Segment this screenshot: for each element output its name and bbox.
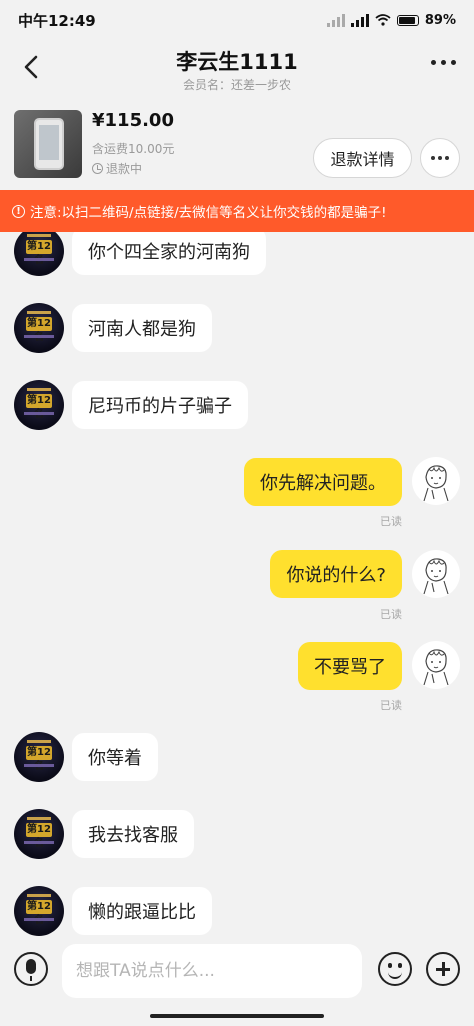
message-bubble[interactable]: 你等着 [72, 733, 158, 781]
message-bubble[interactable]: 河南人都是狗 [72, 304, 212, 352]
sketch-avatar-icon [413, 551, 459, 597]
clock-icon [92, 163, 103, 174]
contact-avatar[interactable]: 第12名 [14, 732, 64, 782]
message-bubble[interactable]: 懒的跟逼比比 [72, 887, 212, 935]
plus-icon[interactable] [426, 952, 460, 986]
wifi-icon [375, 14, 391, 26]
input-bar [0, 938, 474, 1006]
shipping-fee: 含运费10.00元 [92, 142, 175, 156]
my-avatar[interactable] [412, 457, 460, 505]
rank-badge: 第12名 [26, 823, 52, 849]
product-price: ¥115.00 [92, 110, 174, 131]
member-name: 会员名：还差一步农 [182, 78, 291, 92]
refund-status-label: 退款中 [106, 162, 143, 176]
battery-level: 89% [424, 12, 456, 28]
sketch-avatar-icon [413, 458, 459, 504]
message-list[interactable]: 第12名 你个四全家的河南狗 第12名 河南人都是狗 第12名 尼玛币的片子骗子… [0, 232, 474, 937]
message-input[interactable] [62, 944, 362, 998]
scam-warning-banner: ! 注意:以扫二维码/点链接/去微信等名义让你交钱的都是骗子! [0, 190, 474, 232]
contact-avatar[interactable]: 第12名 [14, 232, 64, 276]
refund-details-button[interactable]: 退款详情 [313, 138, 412, 178]
contact-avatar[interactable]: 第12名 [14, 380, 64, 430]
order-more-icon[interactable] [420, 138, 460, 178]
status-time: 中午12:49 [18, 11, 96, 30]
message-bubble[interactable]: 尼玛币的片子骗子 [72, 381, 248, 429]
my-avatar[interactable] [412, 641, 460, 689]
home-indicator[interactable] [150, 1014, 324, 1018]
signal-icon-1 [326, 13, 345, 27]
contact-name: 李云生1111 [176, 50, 298, 74]
rank-badge: 第12名 [26, 746, 52, 772]
read-receipt: 已读 [380, 608, 402, 621]
message-bubble[interactable]: 我去找客服 [72, 810, 194, 858]
more-options-icon[interactable] [431, 60, 456, 65]
refund-status: 退款中 [92, 160, 142, 177]
sketch-avatar-icon [413, 642, 459, 688]
signal-icon-2 [350, 13, 369, 27]
info-icon: ! [12, 204, 25, 218]
rank-badge: 第12名 [26, 240, 52, 266]
my-avatar[interactable] [412, 550, 460, 598]
rank-badge: 第12名 [26, 900, 52, 926]
message-bubble[interactable]: 你个四全家的河南狗 [72, 232, 266, 275]
my-message-bubble[interactable]: 你先解决问题。 [244, 458, 402, 506]
product-thumbnail[interactable] [14, 110, 82, 178]
my-message-bubble[interactable]: 你说的什么? [270, 550, 402, 598]
warning-text: 注意:以扫二维码/点链接/去微信等名义让你交钱的都是骗子! [30, 205, 387, 221]
status-bar: 中午12:49 89% [0, 0, 474, 40]
read-receipt: 已读 [380, 515, 402, 528]
emoji-icon[interactable] [378, 952, 412, 986]
rank-badge: 第12名 [26, 394, 52, 420]
status-icons: 89% [326, 12, 456, 28]
microphone-icon[interactable] [14, 952, 48, 986]
contact-avatar[interactable]: 第12名 [14, 809, 64, 859]
rank-badge: 第12名 [26, 317, 52, 343]
read-receipt: 已读 [380, 699, 402, 712]
my-message-bubble[interactable]: 不要骂了 [298, 642, 402, 690]
contact-avatar[interactable]: 第12名 [14, 886, 64, 936]
order-card: ¥115.00 含运费10.00元 退款中 退款详情 [0, 104, 474, 188]
battery-icon [396, 14, 419, 26]
chat-header: 李云生1111 会员名：还差一步农 [0, 40, 474, 100]
contact-avatar[interactable]: 第12名 [14, 303, 64, 353]
